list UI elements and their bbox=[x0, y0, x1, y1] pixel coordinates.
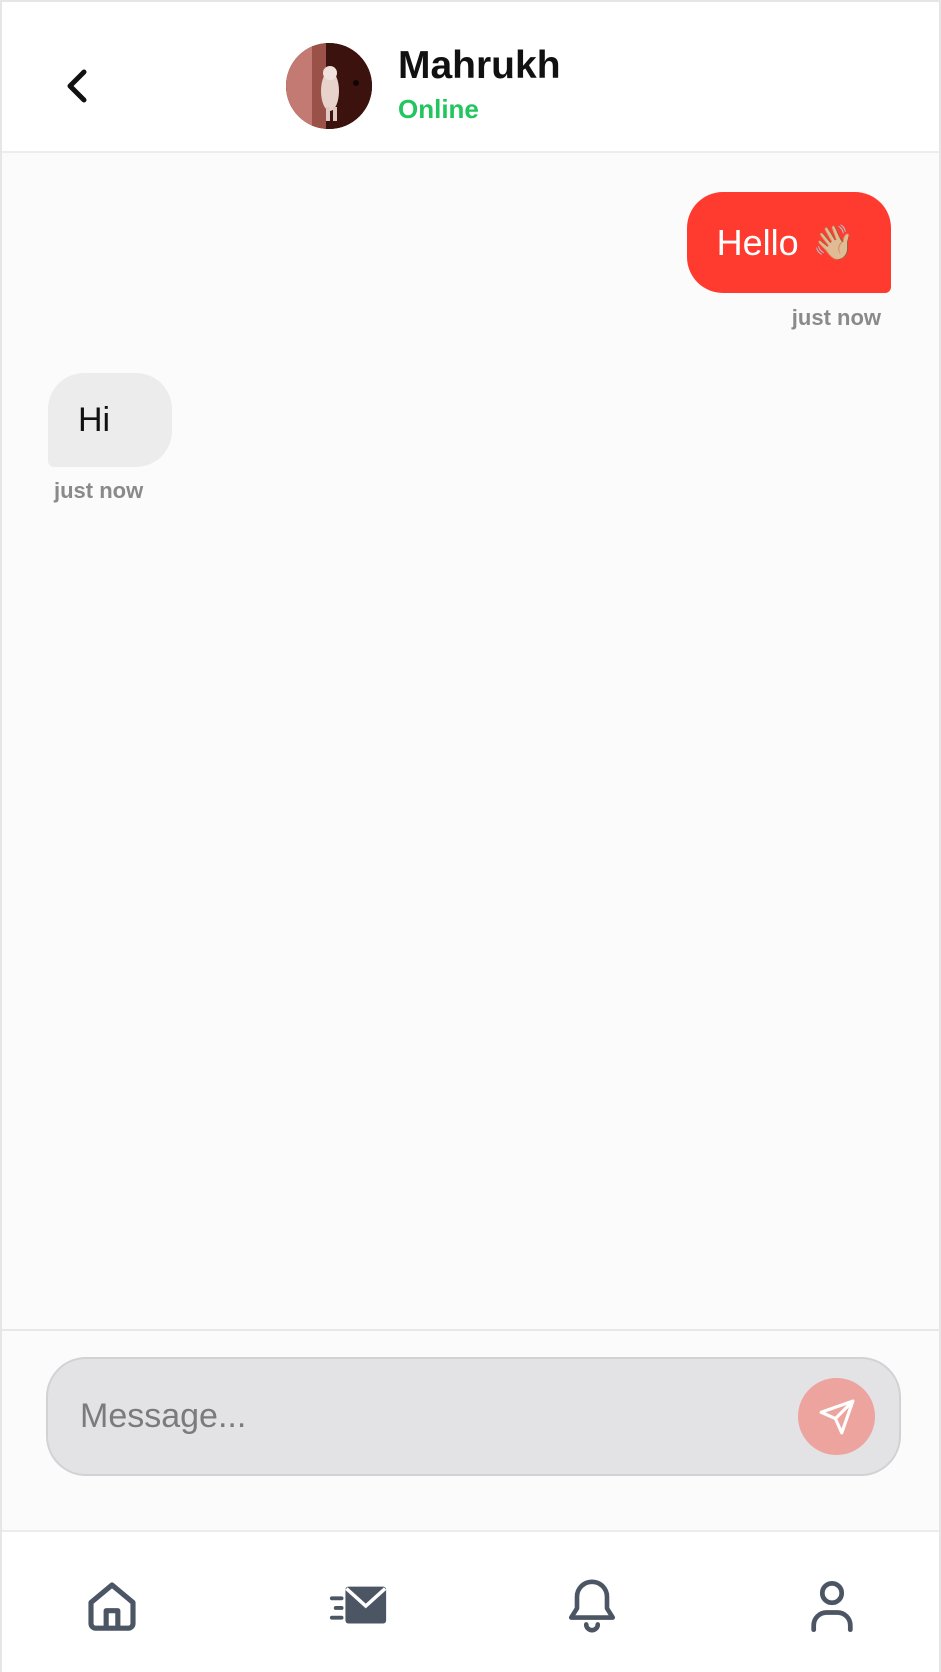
nav-home[interactable] bbox=[76, 1570, 148, 1642]
chat-screen: Mahrukh Online Hello 👋🏼 just now Hi just… bbox=[0, 0, 941, 1672]
message-text: Hello bbox=[716, 221, 799, 263]
back-button[interactable] bbox=[52, 54, 100, 118]
nav-profile[interactable] bbox=[796, 1570, 868, 1642]
message-input[interactable] bbox=[80, 1359, 780, 1474]
message-timestamp: just now bbox=[54, 478, 144, 503]
waving-hand-emoji: 👋🏼 bbox=[812, 223, 855, 262]
message-timestamp: just now bbox=[791, 305, 881, 330]
nav-messages[interactable] bbox=[314, 1570, 404, 1642]
nav-notifications[interactable] bbox=[556, 1570, 628, 1642]
chevron-left-icon bbox=[67, 69, 87, 103]
send-button[interactable] bbox=[798, 1378, 875, 1455]
contact-photo bbox=[286, 43, 372, 129]
outgoing-message-bubble[interactable]: Hello 👋🏼 bbox=[686, 192, 891, 293]
bottom-nav bbox=[2, 1530, 939, 1672]
chat-header: Mahrukh Online bbox=[2, 2, 939, 153]
message-input-container[interactable] bbox=[46, 1357, 901, 1476]
contact-status: Online bbox=[398, 94, 479, 124]
user-icon bbox=[811, 1581, 853, 1633]
bell-icon bbox=[568, 1579, 616, 1633]
avatar[interactable] bbox=[286, 43, 372, 129]
messages-icon bbox=[329, 1586, 387, 1624]
incoming-message-bubble[interactable]: Hi bbox=[48, 373, 172, 467]
home-icon bbox=[88, 1582, 136, 1631]
message-text: Hi bbox=[78, 400, 111, 439]
send-icon bbox=[819, 1399, 854, 1434]
contact-name: Mahrukh bbox=[398, 44, 561, 87]
